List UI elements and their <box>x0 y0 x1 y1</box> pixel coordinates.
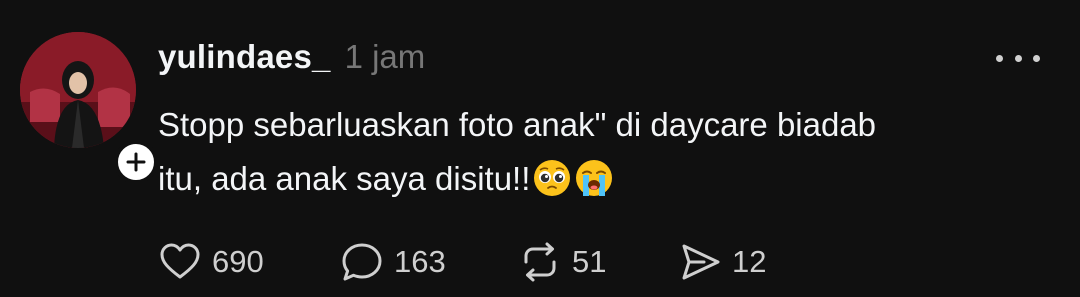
post-content: Stopp sebarluaskan foto anak" di daycare… <box>158 98 1038 206</box>
follow-button[interactable] <box>114 140 158 184</box>
more-dot-icon <box>996 54 1003 62</box>
repost-count: 51 <box>572 244 607 279</box>
repost-icon <box>524 242 556 282</box>
reply-count: 163 <box>394 244 446 279</box>
speech-bubble-icon <box>342 243 382 281</box>
thread-post: yulindaes_ 1 jam Stopp sebarluaskan foto… <box>0 0 1080 297</box>
reply-button[interactable]: 163 <box>340 240 518 284</box>
avatar-container <box>20 32 158 184</box>
plus-icon <box>126 152 146 172</box>
post-header: yulindaes_ 1 jam <box>158 38 425 78</box>
avatar-photo <box>20 32 136 148</box>
send-icon <box>682 244 720 280</box>
more-options-button[interactable] <box>996 44 1040 72</box>
like-button[interactable]: 690 <box>158 240 278 284</box>
pleading-face-emoji-icon <box>534 160 571 196</box>
like-count: 690 <box>212 244 264 279</box>
username[interactable]: yulindaes_ <box>158 38 331 76</box>
share-count: 12 <box>732 244 767 279</box>
loudly-crying-face-emoji-icon <box>576 160 613 196</box>
post-text-line-2: itu, ada anak saya disitu!! <box>158 160 531 197</box>
post-text-line-2-wrap: itu, ada anak saya disitu!! <box>158 152 1038 206</box>
avatar[interactable] <box>20 32 136 148</box>
heart-icon <box>160 243 200 279</box>
more-dot-icon <box>1033 54 1040 62</box>
share-button[interactable]: 12 <box>678 240 798 284</box>
post-text-line-1: Stopp sebarluaskan foto anak" di daycare… <box>158 106 877 143</box>
more-dot-icon <box>1014 54 1022 62</box>
repost-button[interactable]: 51 <box>518 240 648 284</box>
timestamp: 1 jam <box>344 38 426 75</box>
action-bar: 690 163 51 12 <box>158 238 798 286</box>
